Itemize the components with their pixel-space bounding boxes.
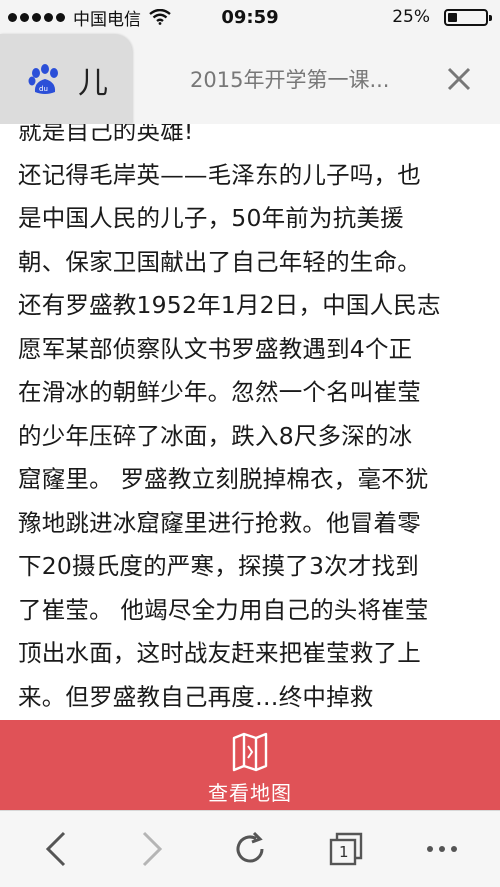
- browser-toolbar: 1: [0, 810, 500, 887]
- article-line: 就是自己的英雄!: [18, 124, 194, 145]
- article-line: 顶出水面，这时战友赶来把崔莹救了上: [18, 639, 421, 667]
- article-line: 是中国人民的儿子，50年前为抗美援: [18, 204, 404, 232]
- article-line: 的少年压碎了冰面，跌入8尺多深的冰: [18, 421, 413, 450]
- tab-count: 1: [339, 843, 349, 861]
- article-line: 还有罗盛教1952年1月2日，中国人民志: [18, 291, 441, 319]
- signal-strength-icon: [8, 12, 65, 22]
- battery-percentage: 25%: [392, 7, 430, 27]
- article-line: 来。但罗盛教自己再度…终中掉救: [18, 682, 374, 711]
- status-bar: 中国电信 09:59 25%: [0, 0, 500, 34]
- view-map-label: 查看地图: [208, 781, 292, 805]
- back-icon: [45, 831, 66, 867]
- baidu-tab[interactable]: du 儿: [0, 34, 132, 124]
- tab-bar: du 儿 2015年开学第一课...: [0, 34, 500, 124]
- reload-icon: [236, 831, 264, 863]
- article-text: 就是自己的英雄! 还记得毛岸英——毛泽东的儿子吗，也 是中国人民的儿子，50年前为抗…: [18, 124, 488, 719]
- article-line: 了崔莹。 他竭尽全力用自己的头将崔莹: [18, 595, 429, 624]
- carrier-name: 中国电信: [73, 9, 141, 30]
- battery-icon: [444, 9, 492, 26]
- more-button[interactable]: [422, 829, 462, 869]
- close-icon[interactable]: [446, 66, 472, 92]
- map-icon: [232, 732, 268, 772]
- forward-button[interactable]: [132, 829, 172, 869]
- back-button[interactable]: [36, 829, 76, 869]
- article-line: 愿军某部侦察队文书罗盛教遇到4个正: [18, 334, 413, 363]
- svg-text:du: du: [39, 85, 48, 93]
- article-line: 朝、保家卫国献出了自己年轻的生命。: [18, 247, 421, 276]
- article-line: 窟窿里。 罗盛教立刻脱掉棉衣，毫不犹: [18, 465, 429, 493]
- article-line: 下20摄氏度的严寒，探摸了3次才找到: [18, 552, 419, 580]
- baidu-tab-title: 儿: [78, 66, 108, 101]
- article-line: 还记得毛岸英——毛泽东的儿子吗，也: [18, 160, 421, 189]
- reload-button[interactable]: [230, 829, 270, 869]
- active-tab-title[interactable]: 2015年开学第一课...: [190, 64, 389, 94]
- article-line: 在滑冰的朝鲜少年。忽然一个名叫崔莹: [18, 378, 421, 406]
- tabs-button[interactable]: 1: [326, 829, 366, 869]
- page-content: 就是自己的英雄! 还记得毛岸英——毛泽东的儿子吗，也 是中国人民的儿子，50年前为抗…: [0, 124, 500, 720]
- wifi-icon: [149, 9, 171, 25]
- more-icon: [427, 846, 457, 852]
- view-map-button[interactable]: 查看地图: [0, 720, 500, 810]
- baidu-paw-icon: du: [28, 64, 58, 94]
- article-line: 豫地跳进冰窟窿里进行抢救。他冒着零: [18, 508, 421, 537]
- forward-icon: [142, 831, 163, 867]
